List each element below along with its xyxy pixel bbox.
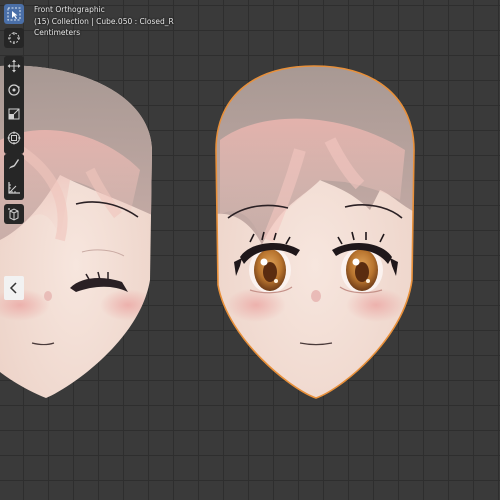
- scale-tool[interactable]: [4, 104, 24, 124]
- annotate-icon: [9, 159, 19, 169]
- add-cube-tool[interactable]: [4, 204, 24, 224]
- transform-tool[interactable]: [4, 128, 24, 148]
- 3d-viewport[interactable]: Front Orthographic (15) Collection | Cub…: [0, 0, 500, 500]
- measure-icon: [8, 182, 20, 194]
- rotate-icon: [8, 84, 20, 96]
- sidebar-toggle-button[interactable]: [4, 276, 24, 300]
- collection-object-text: (15) Collection | Cube.050 : Closed_R: [34, 16, 174, 26]
- transform-icon: [7, 131, 21, 145]
- view-name-text: Front Orthographic: [34, 5, 105, 14]
- measure-tool[interactable]: [4, 178, 24, 198]
- chevron-left-icon: [9, 282, 17, 294]
- annotate-tool[interactable]: [4, 154, 24, 174]
- right-face-mesh-selected[interactable]: [210, 60, 420, 399]
- viewport-scene[interactable]: [0, 0, 500, 500]
- cursor-icon: [8, 32, 20, 44]
- units-text: Centimeters: [34, 28, 81, 37]
- scale-icon: [8, 108, 20, 120]
- viewport-info-overlay: Front Orthographic (15) Collection | Cub…: [34, 4, 174, 39]
- select-box-tool[interactable]: [4, 4, 24, 24]
- add-cube-icon: [8, 208, 19, 221]
- move-icon: [7, 59, 21, 73]
- cursor-tool[interactable]: [4, 28, 24, 48]
- select-box-icon: [7, 7, 21, 21]
- rotate-tool[interactable]: [4, 80, 24, 100]
- move-tool[interactable]: [4, 56, 24, 76]
